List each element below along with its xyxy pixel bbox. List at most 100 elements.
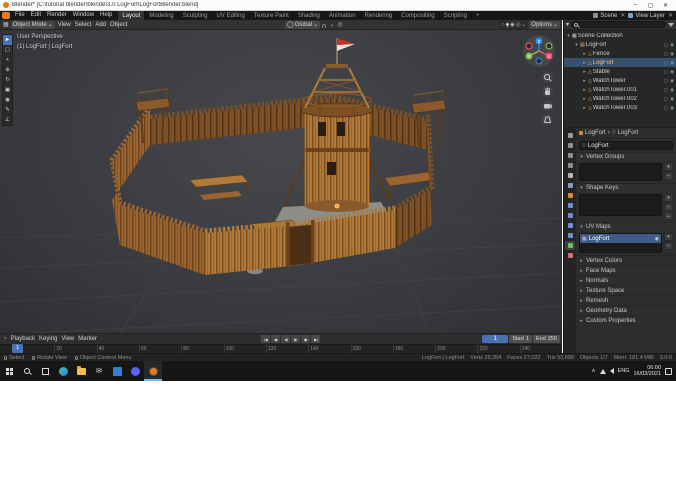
section-vertex-groups[interactable]: ▾ Vertex Groups (576, 152, 676, 161)
properties-section-row[interactable]: ▸ Remesh (576, 295, 676, 305)
tab-object-properties[interactable] (565, 191, 575, 200)
tab-modeling[interactable]: Modeling (145, 11, 179, 20)
snap-magnet-icon[interactable]: U (321, 22, 327, 28)
topbar-menu-item[interactable]: Render (44, 11, 70, 20)
disable-in-render-icon[interactable]: ◉ (670, 51, 674, 57)
perspective-toggle-icon[interactable] (542, 114, 553, 125)
tool-select-box[interactable]: ▢ (3, 45, 12, 55)
viewport-menu-item[interactable]: Select (73, 22, 94, 28)
hide-in-viewport-icon[interactable]: ▢ (664, 51, 668, 57)
proportional-editing-icon[interactable]: ◎ (336, 21, 343, 28)
discord-button[interactable] (126, 361, 144, 381)
play-reverse-button[interactable]: ◀ (281, 335, 291, 343)
properties-section-row[interactable]: ▸ Custom Properties (576, 315, 676, 325)
vertex-groups-list[interactable] (579, 163, 662, 181)
outliner-scene-collection[interactable]: ▾ ▦ Scene Collection (564, 31, 676, 40)
options-dropdown[interactable]: Options ⌄ (529, 20, 560, 29)
viewport-3d[interactable]: ► ▢ + ⊕ ↻ ▣ ◉ ✎ ∠ User Perspective (1) LogFort |… (0, 30, 562, 333)
outliner-object-watchtower-001[interactable]: ▸ △ WatchTower.001 ▢ ◉ (564, 85, 676, 94)
add-vertex-group-button[interactable]: + (664, 163, 673, 171)
timeline-menu-item[interactable]: Playback (9, 336, 37, 342)
tab-particle-properties[interactable] (565, 211, 575, 220)
disclosure-icon[interactable]: ▸ (582, 60, 587, 66)
disable-in-render-icon[interactable]: ◉ (670, 105, 674, 111)
hide-in-viewport-icon[interactable]: ▢ (664, 42, 668, 48)
disclosure-icon[interactable]: ▸ (582, 69, 587, 75)
breadcrumb-object[interactable]: LogFort (585, 130, 606, 136)
tool-select-tweak[interactable]: ► (3, 35, 12, 45)
outliner-object-stable[interactable]: ▸ △ Stable ▢ ◉ (564, 67, 676, 76)
disable-in-render-icon[interactable]: ◉ (670, 42, 674, 48)
file-explorer-button[interactable] (72, 361, 90, 381)
tool-scale[interactable]: ▣ (3, 85, 12, 95)
topbar-menu-item[interactable]: Edit (28, 11, 44, 20)
disable-in-render-icon[interactable]: ◉ (670, 69, 674, 75)
camera-view-icon[interactable] (542, 100, 553, 111)
uv-map-row[interactable]: ▦ LogFort ◉ (580, 234, 661, 243)
outliner-search-input[interactable] (571, 21, 666, 28)
taskbar-clock[interactable]: 06:00 16/03/2021 (633, 365, 661, 378)
tab-material-properties[interactable] (565, 251, 575, 260)
transform-orientation-dropdown[interactable]: ◯ Global ⌄ (285, 20, 321, 29)
hide-in-viewport-icon[interactable]: ▢ (664, 78, 668, 84)
tab-tool-properties[interactable] (565, 131, 575, 140)
uv-render-camera-icon[interactable]: ◉ (655, 236, 659, 242)
tool-measure[interactable]: ∠ (3, 115, 12, 125)
disclosure-icon[interactable]: ▾ (574, 42, 579, 48)
playhead[interactable]: 1 (12, 344, 23, 353)
photos-button[interactable] (108, 361, 126, 381)
frame-start-field[interactable]: Start 1 (509, 335, 533, 343)
navigation-gizmo[interactable]: Z X Y (522, 34, 556, 73)
hide-in-viewport-icon[interactable]: ▢ (664, 87, 668, 93)
maximize-button[interactable]: ▢ (643, 0, 658, 11)
courtyard-table-left[interactable] (189, 174, 249, 200)
snap-dropdown-icon[interactable]: ⌄ (328, 21, 335, 28)
expand-icon[interactable]: ▾ (579, 185, 584, 191)
outliner-object-fence[interactable]: ▸ △ Fence ▢ ◉ (564, 49, 676, 58)
tab-scripting[interactable]: Scripting (440, 11, 472, 20)
tab-render-properties[interactable] (565, 141, 575, 150)
scene-selector[interactable]: Scene (600, 13, 617, 19)
topbar-menu-item[interactable]: Help (97, 11, 115, 20)
current-frame-field[interactable]: 1 (482, 335, 509, 343)
task-view-button[interactable] (36, 361, 54, 381)
mode-dropdown[interactable]: Object Mode ⌄ (10, 20, 55, 29)
rendered-shading-button[interactable]: ◎ (516, 22, 521, 28)
hide-in-viewport-icon[interactable]: ▢ (664, 69, 668, 75)
tool-rotate[interactable]: ↻ (3, 75, 12, 85)
viewport-3d-scene[interactable] (0, 30, 562, 333)
add-shape-key-button[interactable]: + (664, 194, 673, 202)
tab-scene-properties[interactable] (565, 171, 575, 180)
viewport-menu-item[interactable]: Object (108, 22, 129, 28)
jump-prev-keyframe-button[interactable]: ◀• (271, 335, 281, 343)
section-uv-maps[interactable]: ▾ UV Maps (576, 222, 676, 231)
jump-to-end-button[interactable]: ▶| (311, 335, 321, 343)
tab-animation[interactable]: Animation (325, 11, 361, 20)
tab-physics-properties[interactable] (565, 221, 575, 230)
solid-shading-button[interactable]: ● (505, 21, 510, 28)
notification-center-icon[interactable] (665, 367, 672, 375)
volume-icon[interactable] (609, 368, 614, 374)
outliner-object-watchtower[interactable]: ▸ △ WatchTower ▢ ◉ (564, 76, 676, 85)
play-button[interactable]: ▶ (291, 335, 301, 343)
tab-world-properties[interactable] (565, 181, 575, 190)
network-icon[interactable] (599, 368, 606, 374)
start-button[interactable] (0, 361, 18, 381)
expand-icon[interactable]: ▾ (579, 224, 584, 230)
expand-icon[interactable]: ▾ (579, 154, 584, 160)
tool-3d-cursor[interactable]: + (3, 55, 12, 65)
tool-transform[interactable]: ◉ (3, 95, 12, 105)
remove-uv-map-button[interactable]: − (664, 242, 673, 250)
hide-in-viewport-icon[interactable]: ▢ (664, 60, 668, 66)
outliner-collection-logfort[interactable]: ▾ ▤ LogFort ▢ ◉ (564, 40, 676, 49)
hide-in-viewport-icon[interactable]: ▢ (664, 96, 668, 102)
hide-in-viewport-icon[interactable]: ▢ (664, 105, 668, 111)
disable-in-render-icon[interactable]: ◉ (670, 96, 674, 102)
timeline-menu-item[interactable]: View (59, 336, 76, 342)
properties-section-row[interactable]: ▸ Face Maps (576, 265, 676, 275)
disable-in-render-icon[interactable]: ◉ (670, 87, 674, 93)
tool-annotate[interactable]: ✎ (3, 105, 12, 115)
disable-in-render-icon[interactable]: ◉ (670, 60, 674, 66)
material-shading-button[interactable]: ◉ (510, 22, 515, 28)
timeline-editor-icon[interactable]: ◔ (2, 336, 8, 342)
